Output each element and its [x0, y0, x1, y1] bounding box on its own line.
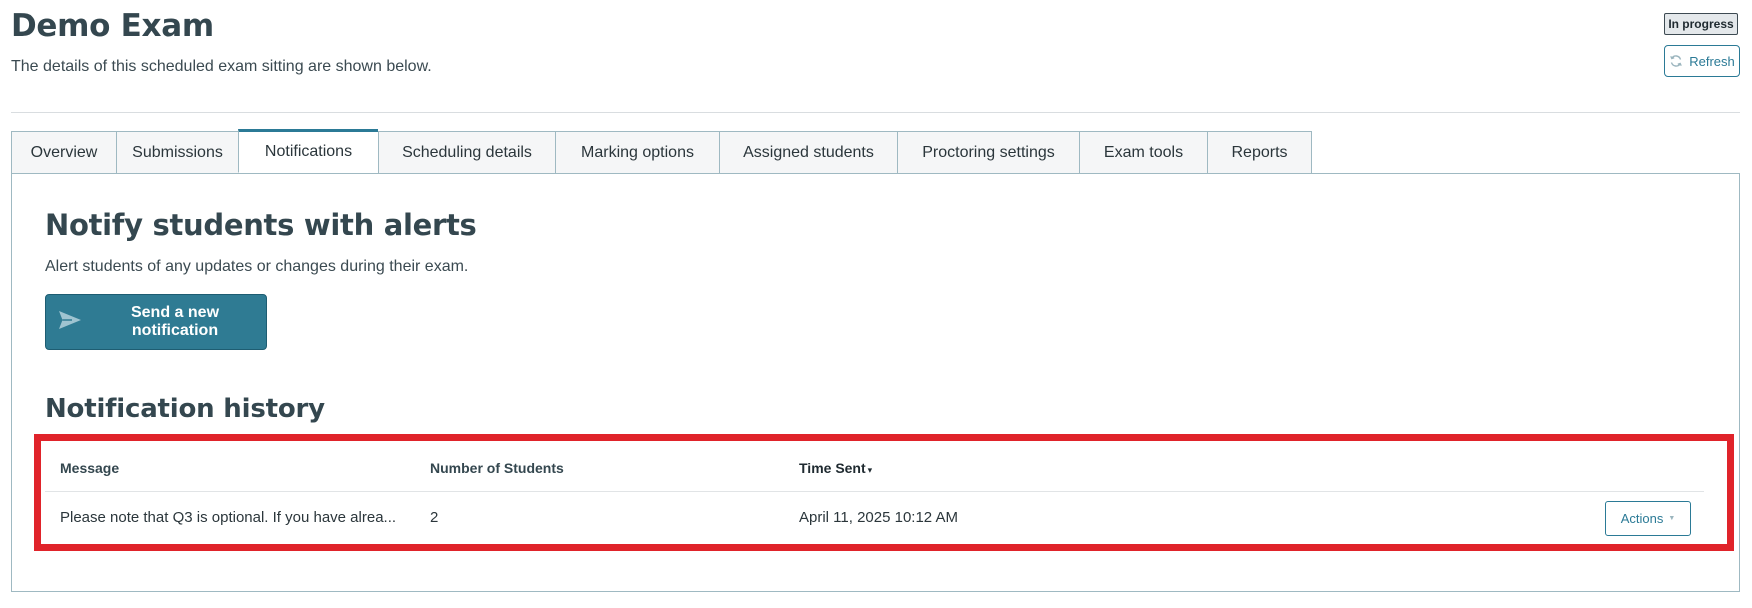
- tab-scheduling-details[interactable]: Scheduling details: [378, 131, 555, 174]
- tab-exam-tools[interactable]: Exam tools: [1079, 131, 1207, 174]
- tab-overview[interactable]: Overview: [11, 131, 116, 174]
- tab-reports[interactable]: Reports: [1207, 131, 1312, 174]
- tab-marking-options[interactable]: Marking options: [555, 131, 719, 174]
- highlight-annotation-box: [34, 434, 1734, 551]
- refresh-label: Refresh: [1689, 53, 1735, 69]
- notifications-panel: Notify students with alerts Alert studen…: [11, 173, 1740, 592]
- tab-submissions[interactable]: Submissions: [116, 131, 238, 174]
- notifications-description: Alert students of any updates or changes…: [45, 258, 469, 275]
- send-notification-button[interactable]: Send a new notification: [45, 294, 267, 350]
- exam-page: Demo Exam The details of this scheduled …: [0, 0, 1752, 608]
- page-subtitle: The details of this scheduled exam sitti…: [11, 58, 432, 75]
- tab-proctoring-settings[interactable]: Proctoring settings: [897, 131, 1079, 174]
- notifications-title: Notify students with alerts: [45, 208, 477, 242]
- notification-history-title: Notification history: [45, 394, 325, 424]
- page-title: Demo Exam: [11, 8, 214, 44]
- tab-notifications[interactable]: Notifications: [238, 129, 378, 173]
- refresh-button[interactable]: Refresh: [1664, 45, 1740, 77]
- send-notification-label: Send a new notification: [130, 304, 220, 339]
- tab-bar: Overview Submissions Notifications Sched…: [11, 129, 1312, 174]
- status-badge: In progress: [1664, 13, 1738, 35]
- header-divider: [11, 112, 1740, 113]
- refresh-icon: [1669, 54, 1683, 68]
- tab-assigned-students[interactable]: Assigned students: [719, 131, 897, 174]
- send-icon: [58, 310, 82, 335]
